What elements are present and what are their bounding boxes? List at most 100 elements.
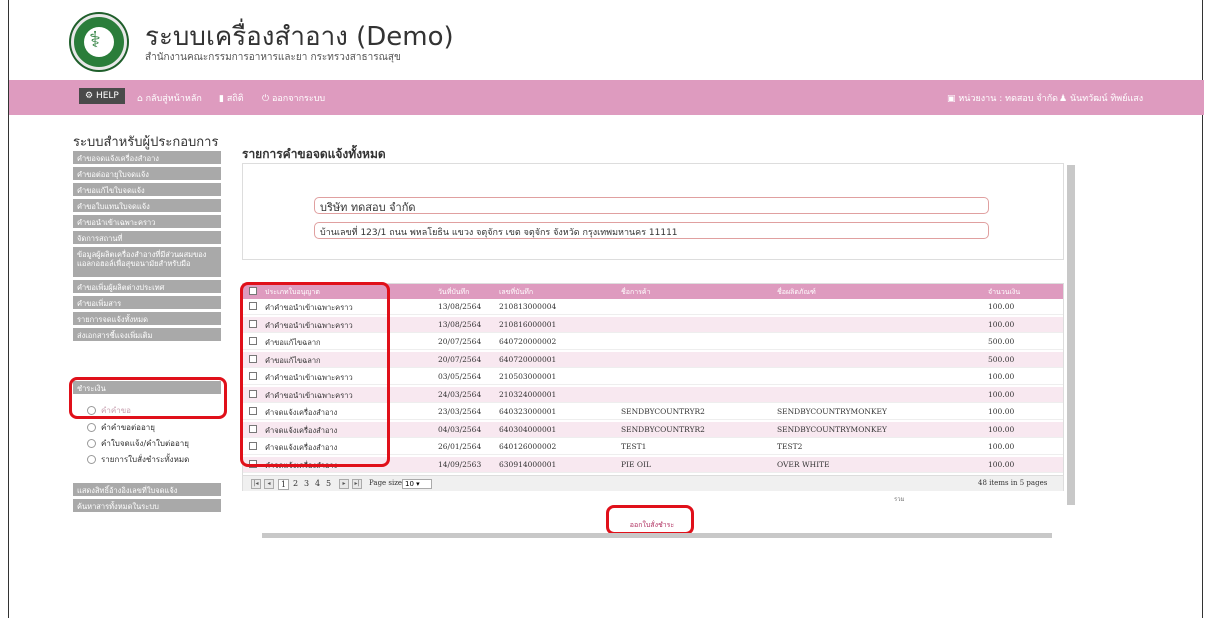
sidebar-item-all[interactable]: รายการจดแจ้งทั้งหมด	[73, 312, 221, 325]
sidebar-item-import[interactable]: คำขอนำเข้าเฉพาะคราว	[73, 215, 221, 228]
power-icon: ⏻	[262, 94, 272, 104]
page-title: รายการคำขอจดแจ้งทั้งหมด	[242, 147, 386, 161]
highlight-payment	[69, 377, 227, 419]
top-navbar: ⚙ HELP ⌂ กลับสู่หน้าหลัก ▮ สถิติ ⏻ ออกจา…	[9, 80, 1204, 115]
sidebar-item-edit[interactable]: คำขอแก้ไขใบจดแจ้ง	[73, 183, 221, 196]
table-cell: 100.00	[988, 319, 1015, 329]
table-cell: 100.00	[988, 442, 1015, 451]
prev-page-icon[interactable]: ◂	[264, 479, 274, 489]
table-cell: 23/03/2564	[438, 407, 482, 416]
first-page-icon[interactable]: |◂	[251, 479, 261, 489]
nav-stats-label: สถิติ	[226, 94, 244, 104]
radio-icon	[87, 423, 96, 432]
table-cell: 640720000002	[499, 337, 557, 346]
company-name-field: บริษัท ทดสอบ จำกัด	[314, 197, 989, 214]
col-product-name[interactable]: ชื่อผลิตภัณฑ์	[777, 287, 816, 298]
table-cell: 100.00	[988, 302, 1015, 311]
table-cell: 24/03/2564	[438, 389, 482, 399]
total-label: รวม	[894, 496, 905, 503]
table-cell: SENDBYCOUNTRYMONKEY	[777, 424, 887, 434]
nav-stats[interactable]: ▮ สถิติ	[219, 91, 244, 105]
vertical-scrollbar[interactable]	[1067, 165, 1075, 505]
page-5[interactable]: 5	[326, 479, 331, 488]
sidebar-item-renew[interactable]: คำขอต่ออายุใบจดแจ้ง	[73, 167, 221, 180]
sub-item-all-invoices[interactable]: รายการใบสั่งชำระทั้งหมด	[87, 453, 189, 466]
nav-user[interactable]: ♟ นันทวัฒน์ ทิพย์แสง	[1059, 91, 1143, 105]
table-cell: 03/05/2564	[438, 372, 482, 381]
sidebar-item-notify[interactable]: คำขอจดแจ้งเครื่องสำอาง	[73, 151, 221, 164]
table-cell: 210813000004	[499, 302, 557, 311]
help-label: HELP	[95, 91, 119, 101]
fda-logo	[71, 14, 127, 70]
sidebar-item-search[interactable]: ค้นหาสารทั้งหมดในระบบ	[73, 499, 221, 512]
scroll-track[interactable]	[262, 533, 1052, 538]
table-cell: 13/08/2564	[438, 302, 482, 311]
horizontal-scrollbar[interactable]	[242, 530, 1072, 539]
page-size-select[interactable]: 10 ▾	[402, 479, 432, 489]
table-cell: SENDBYCOUNTRYR2	[621, 424, 705, 434]
last-page-icon[interactable]: ▸|	[352, 479, 362, 489]
col-trade-name[interactable]: ชื่อการค้า	[621, 287, 651, 298]
sub-item-renew-request[interactable]: คำคำขอต่ออายุ	[87, 421, 155, 434]
radio-icon	[87, 455, 96, 464]
sidebar-item-places[interactable]: จัดการสถานที่	[73, 231, 221, 244]
page-2[interactable]: 2	[293, 479, 298, 488]
page-1[interactable]: 1	[278, 479, 290, 490]
sidebar-item-rights[interactable]: แสดงสิทธิ์อ้างอิงเลขที่ใบจดแจ้ง	[73, 483, 221, 496]
page-3[interactable]: 3	[304, 479, 309, 488]
table-cell: 04/03/2564	[438, 424, 482, 434]
table-cell: 500.00	[988, 354, 1015, 364]
table-cell: 100.00	[988, 424, 1015, 434]
sidebar-item-alcohol[interactable]: ข้อมูลผู้ผลิตเครื่องสำอางที่มีส่วนผสมของ…	[73, 247, 221, 277]
table-cell: 100.00	[988, 389, 1015, 399]
highlight-license-type	[240, 282, 390, 467]
sidebar-item-replace[interactable]: คำขอใบแทนใบจดแจ้ง	[73, 199, 221, 212]
table-cell: 640323000001	[499, 407, 557, 416]
col-amount[interactable]: จำนวนเงิน	[988, 287, 1020, 298]
nav-agency-label: หน่วยงาน : ทดสอบ จำกัด	[958, 94, 1059, 104]
page-size-value: 10	[405, 480, 414, 488]
table-cell: 210503000001	[499, 372, 557, 381]
col-date[interactable]: วันที่บันทึก	[438, 287, 469, 298]
help-button[interactable]: ⚙ HELP	[79, 88, 125, 104]
sub-item-label: คำคำขอต่ออายุ	[101, 423, 155, 432]
sidebar-title: ระบบสำหรับผู้ประกอบการ	[73, 135, 219, 150]
page-size-label: Page size:	[369, 479, 405, 487]
sub-item-label: รายการใบสั่งชำระทั้งหมด	[101, 455, 190, 464]
table-cell: OVER WHITE	[777, 459, 830, 469]
app-subtitle: สำนักงานคณะกรรมการอาหารและยา กระทรวงสาธา…	[145, 52, 401, 63]
sub-item-notify-renew[interactable]: คำใบจดแจ้ง/คำใบต่ออายุ	[87, 437, 189, 450]
nav-logout-label: ออกจากระบบ	[271, 94, 326, 104]
table-cell: TEST2	[777, 442, 803, 451]
table-cell: 100.00	[988, 372, 1015, 381]
page-frame: ระบบเครื่องสำอาง (Demo) สำนักงานคณะกรรมก…	[8, 0, 1204, 618]
table-cell: PIE OIL	[621, 459, 651, 469]
radio-icon	[87, 439, 96, 448]
sidebar-item-substance[interactable]: คำขอเพิ่มสาร	[73, 296, 221, 309]
table-cell: TEST1	[621, 442, 647, 451]
table-cell: 100.00	[988, 459, 1015, 469]
nav-home[interactable]: ⌂ กลับสู่หน้าหลัก	[137, 91, 202, 105]
nav-home-label: กลับสู่หน้าหลัก	[145, 94, 202, 104]
pager-summary: 48 items in 5 pages	[978, 479, 1048, 487]
sidebar-item-foreign[interactable]: คำขอเพิ่มผู้ผลิตต่างประเทศ	[73, 280, 221, 293]
table-cell: 640304000001	[499, 424, 557, 434]
bar-chart-icon: ▮	[219, 94, 227, 104]
table-cell: 630914000001	[499, 459, 557, 469]
nav-logout[interactable]: ⏻ ออกจากระบบ	[262, 91, 325, 105]
table-cell: 20/07/2564	[438, 337, 482, 346]
nav-user-label: นันทวัฒน์ ทิพย์แสง	[1069, 94, 1144, 104]
table-cell: 100.00	[988, 407, 1015, 416]
company-address-field: บ้านเลขที่ 123/1 ถนน พหลโยธิน แขวง จตุจั…	[314, 222, 989, 239]
sidebar-item-docs[interactable]: ส่งเอกสารชี้แจงเพิ่มเติม	[73, 328, 221, 341]
col-record-no[interactable]: เลขที่บันทึก	[499, 287, 533, 298]
header: ระบบเครื่องสำอาง (Demo) สำนักงานคณะกรรมก…	[71, 10, 571, 70]
bank-icon: ▣	[947, 94, 959, 104]
pager: |◂ ◂ 1 2 3 4 5 ▸ ▸| Page size: 10 ▾ 48 i…	[243, 475, 1063, 491]
table-cell: 14/09/2563	[438, 459, 482, 469]
page-4[interactable]: 4	[315, 479, 320, 488]
table-cell: SENDBYCOUNTRYMONKEY	[777, 407, 887, 416]
next-page-icon[interactable]: ▸	[339, 479, 349, 489]
nav-agency: ▣ หน่วยงาน : ทดสอบ จำกัด	[947, 91, 1058, 105]
home-icon: ⌂	[137, 94, 146, 104]
